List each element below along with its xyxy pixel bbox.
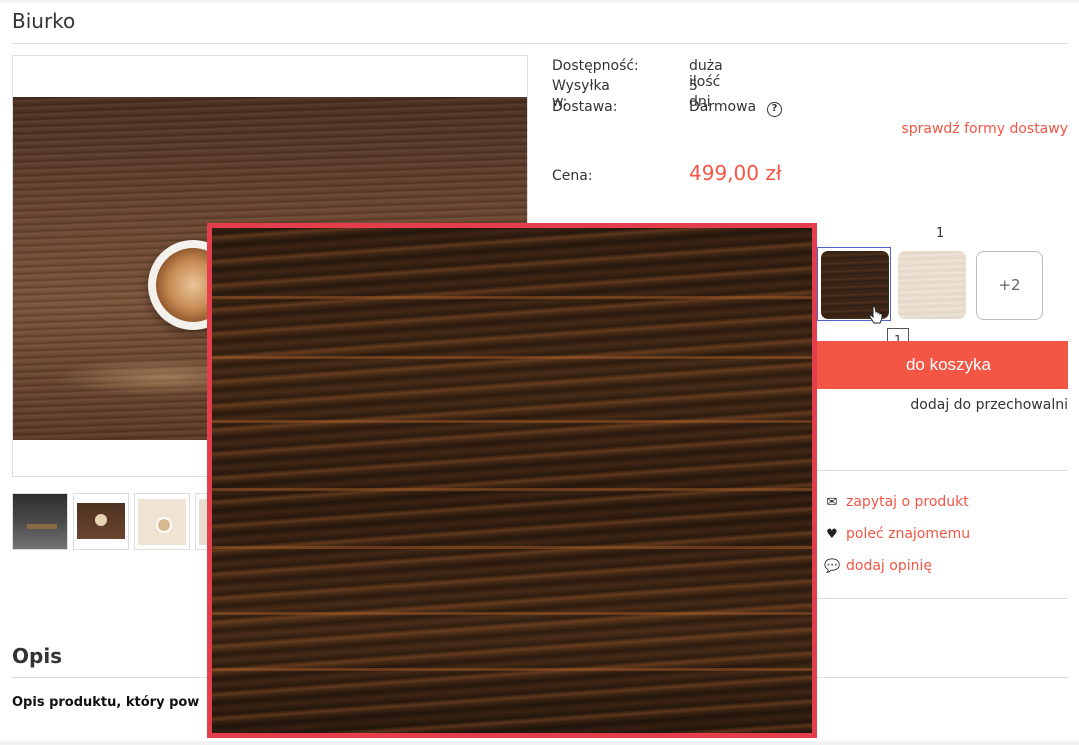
actions-divider-bottom: [817, 598, 1068, 599]
hand-cursor-icon: [869, 306, 883, 324]
wood-grain: [212, 488, 812, 491]
page-title: Biurko: [12, 9, 76, 33]
price-label: Cena:: [552, 168, 593, 184]
zoomed-wood-texture: [212, 228, 812, 733]
more-variants-button[interactable]: +2: [976, 251, 1043, 320]
actions-divider: [817, 470, 1068, 471]
wood-grain: [212, 296, 812, 299]
price-value: 499,00 zł: [689, 161, 782, 185]
variant-count: 1: [936, 226, 945, 241]
swatch-light-wood[interactable]: [898, 251, 966, 319]
help-icon[interactable]: ?: [767, 102, 782, 117]
wood-grain: [212, 668, 812, 671]
zoom-preview: [207, 223, 817, 738]
delivery-value: Darmowa: [689, 99, 757, 115]
delivery-options-link[interactable]: sprawdź formy dostawy: [901, 121, 1068, 137]
ask-about-product-label: zapytaj o produkt: [846, 494, 969, 510]
bottom-bar: [0, 741, 1079, 745]
add-review-label: dodaj opinię: [846, 558, 932, 574]
add-to-storage-link[interactable]: dodaj do przechowalni: [910, 397, 1068, 413]
ask-about-product-link[interactable]: ✉ zapytaj o produkt: [824, 494, 969, 510]
recommend-link[interactable]: ♥ poleć znajomemu: [824, 526, 970, 542]
wood-grain: [212, 612, 812, 615]
title-divider: [12, 43, 1068, 44]
thumbnail-3[interactable]: [134, 493, 190, 550]
wood-grain: [212, 420, 812, 423]
wood-grain: [212, 356, 812, 359]
availability-label: Dostępność:: [552, 58, 639, 74]
recommend-label: poleć znajomemu: [846, 526, 971, 542]
thumbnail-image: [77, 503, 125, 539]
description-title: Opis: [12, 644, 63, 668]
add-to-cart-button[interactable]: do koszyka: [817, 341, 1068, 389]
thumbnail-2[interactable]: [73, 493, 129, 550]
envelope-icon: ✉: [826, 495, 838, 510]
description-text: Opis produktu, który pow: [12, 695, 200, 710]
wood-grain: [212, 546, 812, 549]
thumbnail-image: [138, 499, 186, 545]
top-bar: [0, 0, 1079, 3]
chat-icon: 💬: [824, 559, 841, 574]
heart-icon: ♥: [826, 527, 838, 542]
thumbnail-image: [13, 494, 67, 549]
add-review-link[interactable]: 💬 dodaj opinię: [824, 558, 932, 574]
thumbnail-1[interactable]: [12, 493, 68, 550]
delivery-label: Dostawa:: [552, 99, 618, 115]
